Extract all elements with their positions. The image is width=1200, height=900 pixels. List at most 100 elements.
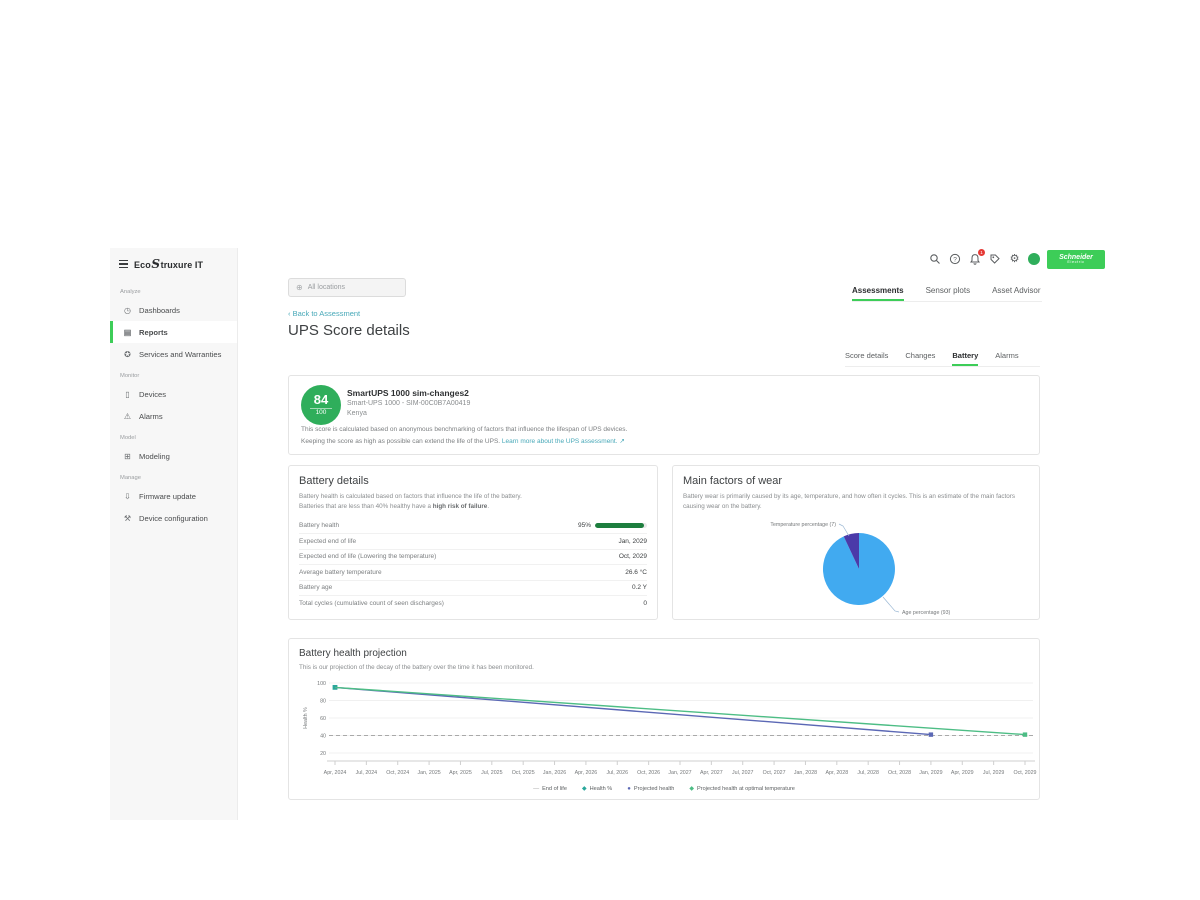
sidebar-item-label: Modeling: [139, 452, 170, 461]
battery-detail-label: Expected end of life: [299, 538, 356, 545]
subtab-battery[interactable]: Battery: [952, 351, 978, 366]
svg-text:Jan, 2029: Jan, 2029: [919, 770, 942, 776]
legend-item-projected-health-at-optimal-temperature[interactable]: ◆Projected health at optimal temperature: [689, 786, 795, 792]
battery-detail-row: Expected end of life (Lowering the tempe…: [299, 550, 647, 566]
location-filter[interactable]: ⊕ All locations: [288, 278, 406, 297]
legend-item-end-of-life[interactable]: —End of life: [533, 786, 567, 792]
page-title: UPS Score details: [288, 322, 410, 339]
battery-detail-value: 26.6 °C: [625, 569, 647, 576]
battery-detail-row: Expected end of life Jan, 2029: [299, 534, 647, 550]
notification-badge: 1: [978, 249, 985, 256]
battery-detail-label: Battery age: [299, 584, 332, 591]
svg-text:Oct, 2025: Oct, 2025: [512, 770, 535, 776]
sidebar-item-firmware-update[interactable]: ⇩Firmware update: [110, 485, 237, 507]
svg-text:Apr, 2028: Apr, 2028: [825, 770, 848, 776]
device-location: Kenya: [347, 410, 367, 417]
tab-assessments[interactable]: Assessments: [852, 286, 904, 301]
battery-detail-value: Oct, 2029: [619, 553, 647, 560]
subtab-score-details[interactable]: Score details: [845, 351, 888, 366]
search-icon[interactable]: [928, 253, 941, 266]
svg-text:Apr, 2025: Apr, 2025: [449, 770, 472, 776]
svg-text:Oct, 2026: Oct, 2026: [637, 770, 660, 776]
chevron-left-icon: ‹: [288, 309, 291, 318]
svg-text:Oct, 2028: Oct, 2028: [888, 770, 911, 776]
legend-item-health-[interactable]: ◆Health %: [582, 786, 612, 792]
device-icon: ▯: [123, 390, 132, 399]
subtab-alarms[interactable]: Alarms: [995, 351, 1018, 366]
pie-callout-age: Age percentage (93): [902, 610, 951, 616]
sidebar-item-label: Services and Warranties: [139, 350, 221, 359]
battery-health-bar: [595, 523, 647, 528]
svg-text:Jan, 2026: Jan, 2026: [543, 770, 566, 776]
battery-detail-row: Total cycles (cumulative count of seen d…: [299, 596, 647, 612]
legend-label: Projected health at optimal temperature: [697, 786, 795, 792]
notifications-bell-icon[interactable]: 1: [968, 253, 981, 266]
schneider-electric-logo[interactable]: Schneider Electric: [1047, 250, 1105, 269]
battery-detail-value: Jan, 2029: [618, 538, 647, 545]
sidebar-item-label: Device configuration: [139, 514, 208, 523]
sidebar-item-alarms[interactable]: ⚠ Alarms: [110, 405, 237, 427]
sidebar-item-dashboards[interactable]: ◷Dashboards: [110, 299, 237, 321]
help-icon[interactable]: ?: [948, 253, 961, 266]
alarm-warning-icon: ⚠: [123, 412, 132, 421]
configuration-icon: ⚒: [123, 514, 132, 523]
svg-text:Jan, 2025: Jan, 2025: [417, 770, 440, 776]
sidebar-item-devices[interactable]: ▯Devices: [110, 383, 237, 405]
svg-text:Oct, 2029: Oct, 2029: [1014, 770, 1037, 776]
series-projected-health: [335, 687, 931, 734]
battery-detail-label: Expected end of life (Lowering the tempe…: [299, 553, 436, 560]
svg-text:Apr, 2026: Apr, 2026: [575, 770, 598, 776]
dashboards-icon: ◷: [123, 306, 132, 315]
external-link-icon: ↗: [619, 438, 624, 445]
user-avatar[interactable]: [1028, 253, 1040, 265]
sidebar-item-device-configuration[interactable]: ⚒ Device configuration: [110, 507, 237, 529]
battery-details-rows: Battery health 95% Expected end of life Jan…: [299, 519, 647, 612]
sidebar: EcoStruxure IT Analyze◷Dashboards▤Report…: [110, 248, 238, 820]
ecostruxure-swirl-icon: S: [151, 257, 160, 271]
sidebar-item-label: Firmware update: [139, 492, 196, 501]
svg-text:Apr, 2024: Apr, 2024: [324, 770, 347, 776]
battery-detail-row: Battery age 0.2 Y: [299, 581, 647, 597]
tab-sensor-plots[interactable]: Sensor plots: [926, 286, 970, 301]
battery-detail-row: Battery health 95%: [299, 519, 647, 535]
device-name: SmartUPS 1000 sim-changes2: [347, 388, 469, 398]
legend-marker-icon: ◆: [689, 786, 694, 792]
y-axis-label: Health %: [303, 707, 309, 729]
chart-legend: —End of life◆Health %●Projected health◆P…: [289, 786, 1039, 792]
globe-icon: ⊕: [296, 283, 303, 292]
sidebar-header: EcoStruxure IT: [110, 248, 237, 281]
tab-asset-advisor[interactable]: Asset Advisor: [992, 286, 1040, 301]
battery-detail-value: 95%: [578, 522, 647, 529]
back-to-assessment-link[interactable]: ‹ Back to Assessment: [288, 309, 360, 318]
wear-factors-panel: Main factors of wear Battery wear is pri…: [672, 465, 1040, 620]
svg-text:Jul, 2029: Jul, 2029: [983, 770, 1005, 776]
menu-hamburger-icon[interactable]: [119, 260, 128, 268]
battery-details-desc: Battery health is calculated based on fa…: [299, 492, 647, 512]
svg-text:Oct, 2024: Oct, 2024: [386, 770, 409, 776]
sidebar-item-services-and-warranties[interactable]: ✪Services and Warranties: [110, 343, 237, 365]
modeling-icon: ⊞: [123, 452, 132, 461]
projection-line-chart: 20406080100Health %Apr, 2024Jul, 2024Oct…: [299, 675, 1039, 785]
sidebar-item-reports[interactable]: ▤Reports: [110, 321, 237, 343]
battery-detail-row: Average battery temperature26.6 °C: [299, 565, 647, 581]
svg-text:Jul, 2027: Jul, 2027: [732, 770, 754, 776]
sidebar-item-label: Alarms: [139, 412, 163, 421]
learn-more-link[interactable]: Learn more about the UPS assessment. ↗: [502, 438, 625, 445]
battery-detail-label: Battery health: [299, 522, 339, 529]
score-max: 100: [316, 410, 327, 417]
subtab-changes[interactable]: Changes: [905, 351, 935, 366]
battery-detail-value: 0: [643, 600, 647, 607]
svg-text:Apr, 2029: Apr, 2029: [951, 770, 974, 776]
sidebar-item-modeling[interactable]: ⊞ Modeling: [110, 445, 237, 467]
battery-detail-value: 0.2 Y: [632, 584, 647, 591]
score-card: 84 100 SmartUPS 1000 sim-changes2 Smart-…: [288, 375, 1040, 455]
legend-item-projected-health[interactable]: ●Projected health: [627, 786, 674, 792]
tag-icon[interactable]: [988, 253, 1001, 266]
svg-text:Jul, 2026: Jul, 2026: [607, 770, 629, 776]
settings-gear-icon[interactable]: ⚙: [1008, 253, 1021, 266]
wear-factors-title: Main factors of wear: [683, 475, 1029, 487]
svg-text:Jul, 2028: Jul, 2028: [857, 770, 879, 776]
legend-label: Projected health: [634, 786, 674, 792]
legend-label: Health %: [590, 786, 613, 792]
wear-factors-desc: Battery wear is primarily caused by its …: [683, 492, 1029, 512]
